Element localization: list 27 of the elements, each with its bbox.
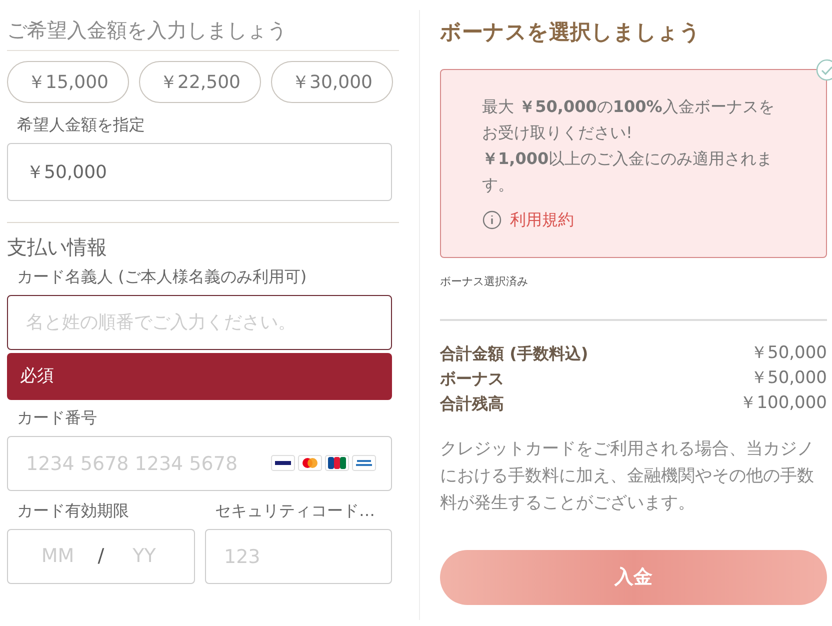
bonus-status: ボーナス選択済み	[440, 274, 529, 290]
summary-value: ￥50,000	[750, 366, 827, 390]
field-label: カード番号	[16, 407, 98, 429]
date-separator: /	[98, 544, 104, 570]
terms-link[interactable]: 利用規約	[510, 208, 574, 232]
fee-note: クレジットカードをご利用される場合、当カジノにおける手数料に加え、金融機関やその他の手数料が発生することがございます。	[440, 438, 815, 514]
bonus-description: 最大 ￥50,000の100%入金ボーナスをお受け取りください! ￥1,000以上のご入金にのみ適用されます。	[482, 96, 776, 196]
field-label: 希望人金額を指定	[16, 114, 146, 136]
field-label: セキュリティコード…	[214, 500, 375, 522]
section-title: 支払い情報	[7, 234, 108, 261]
amount-chip[interactable]: ￥22,500	[139, 61, 261, 103]
error-message: 必須	[7, 353, 392, 400]
amount-field[interactable]: ￥50,000	[7, 143, 392, 201]
summary-value: ￥100,000	[740, 392, 827, 414]
field-label: カード有効期限	[16, 500, 130, 522]
summary-label: ボーナス	[440, 368, 504, 390]
summary-label: 合計残高	[440, 392, 504, 414]
section-title: ご希望入金額を入力しましょう	[7, 17, 288, 44]
amount-chip[interactable]: ￥15,000	[7, 61, 129, 103]
bonus-card[interactable]: 最大 ￥50,000の100%入金ボーナスをお受け取りください! ￥1,000以上のご入金にのみ適用されます。 利用規約	[440, 69, 827, 258]
summary-value: ￥50,000	[750, 342, 827, 364]
field-label: カード名義人 (ご本人様名義のみ利用可)	[16, 266, 308, 288]
mastercard-icon	[298, 455, 322, 471]
section-title: ボーナスを選択しましょう	[440, 19, 702, 46]
amount-chip[interactable]: ￥30,000	[271, 61, 393, 103]
summary-label: 合計金額 (手数料込)	[440, 342, 588, 364]
info-icon	[482, 210, 502, 230]
